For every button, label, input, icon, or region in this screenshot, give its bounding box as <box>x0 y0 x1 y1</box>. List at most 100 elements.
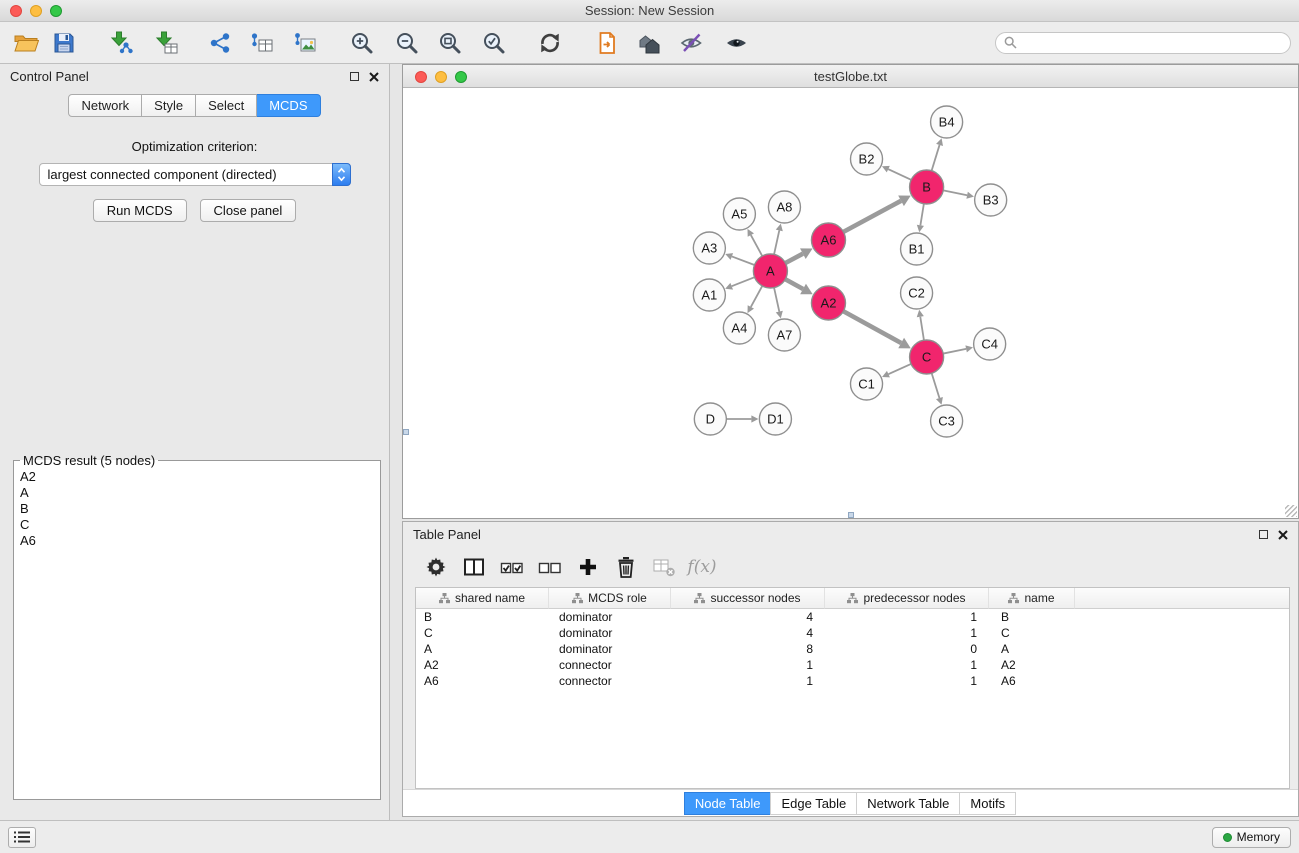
table-cell[interactable]: C <box>416 625 549 641</box>
mcds-result-item[interactable]: C <box>18 517 376 533</box>
tab-select[interactable]: Select <box>196 94 257 117</box>
tab-network[interactable]: Network <box>68 94 142 117</box>
graph-edge-A-A6[interactable] <box>785 254 802 263</box>
tab-style[interactable]: Style <box>142 94 196 117</box>
graph-edge-A-A8[interactable] <box>774 230 779 254</box>
graph-edge-C-C1[interactable] <box>888 364 911 374</box>
graph-edge-B-B4[interactable] <box>932 145 940 171</box>
optimization-dropdown[interactable]: largest connected component (directed) <box>39 163 351 186</box>
table-cell[interactable]: 1 <box>825 609 989 625</box>
minimize-window-button[interactable] <box>30 5 42 17</box>
close-table-panel-icon[interactable] <box>1278 530 1288 540</box>
resize-grip[interactable] <box>1285 505 1297 517</box>
table-cell[interactable]: 1 <box>825 625 989 641</box>
table-cell[interactable]: A2 <box>416 657 549 673</box>
graph-edge-B-B3[interactable] <box>943 190 967 195</box>
graph-edge-C-C2[interactable] <box>920 317 924 340</box>
close-panel-button[interactable]: Close panel <box>200 199 297 222</box>
function-builder-button[interactable]: f(x) <box>683 551 721 583</box>
search-input[interactable] <box>1022 36 1282 50</box>
save-session-button[interactable] <box>46 26 82 60</box>
deselect-all-rows-button[interactable] <box>531 551 569 583</box>
table-cell[interactable]: 4 <box>671 609 825 625</box>
network-window-titlebar[interactable]: testGlobe.txt <box>403 65 1298 88</box>
tab-motifs[interactable]: Motifs <box>959 792 1016 815</box>
create-column-button[interactable] <box>569 551 607 583</box>
table-cell[interactable]: 1 <box>671 657 825 673</box>
table-cell[interactable]: connector <box>549 673 671 689</box>
column-header-successor-nodes[interactable]: successor nodes <box>671 588 825 609</box>
column-header-MCDS-role[interactable]: MCDS role <box>549 588 671 609</box>
table-cell[interactable]: connector <box>549 657 671 673</box>
tab-edge-table[interactable]: Edge Table <box>770 792 857 815</box>
mcds-result-item[interactable]: A6 <box>18 533 376 549</box>
network-graph[interactable]: B4B2BB3A5A8A6B1A3AC2A1A2A4A7C4CC1C3DD1 <box>403 88 1298 518</box>
zoom-selected-button[interactable] <box>476 26 512 60</box>
graph-edge-A-A3[interactable] <box>732 256 755 265</box>
table-cell[interactable]: 8 <box>671 641 825 657</box>
network-canvas[interactable]: B4B2BB3A5A8A6B1A3AC2A1A2A4A7C4CC1C3DD1 <box>403 88 1298 518</box>
table-cell[interactable]: 1 <box>825 657 989 673</box>
graph-edge-A-A1[interactable] <box>732 277 755 286</box>
network-zoom-button[interactable] <box>455 71 467 83</box>
table-cell[interactable]: 1 <box>671 673 825 689</box>
table-settings-button[interactable] <box>417 551 455 583</box>
show-graphics-details-button[interactable] <box>719 26 755 60</box>
tab-mcds[interactable]: MCDS <box>257 94 320 117</box>
table-cell[interactable]: B <box>989 609 1075 625</box>
new-network-button[interactable] <box>202 26 238 60</box>
graph-edge-A-A2[interactable] <box>785 279 803 289</box>
graph-edge-A6-B[interactable] <box>843 201 901 232</box>
refresh-button[interactable] <box>532 26 568 60</box>
mcds-result-item[interactable]: A <box>18 485 376 501</box>
close-window-button[interactable] <box>10 5 22 17</box>
graph-edge-B-B2[interactable] <box>888 169 911 180</box>
mcds-result-item[interactable]: A2 <box>18 469 376 485</box>
delete-table-button[interactable] <box>645 551 683 583</box>
close-control-panel-icon[interactable] <box>369 72 379 82</box>
import-table-button[interactable] <box>149 26 185 60</box>
column-header-name[interactable]: name <box>989 588 1075 609</box>
delete-columns-button[interactable] <box>607 551 645 583</box>
network-minimize-button[interactable] <box>435 71 447 83</box>
table-cell[interactable]: 4 <box>671 625 825 641</box>
graph-edge-C-C3[interactable] <box>932 373 940 398</box>
tab-network-table[interactable]: Network Table <box>856 792 960 815</box>
tab-node-table[interactable]: Node Table <box>684 792 772 815</box>
zoom-out-button[interactable] <box>389 26 425 60</box>
search-field[interactable] <box>995 32 1291 54</box>
graph-edge-B-B1[interactable] <box>920 204 923 226</box>
network-image-button[interactable] <box>287 26 323 60</box>
table-cell[interactable]: 0 <box>825 641 989 657</box>
import-network-button[interactable] <box>104 26 140 60</box>
select-all-rows-button[interactable] <box>493 551 531 583</box>
table-cell[interactable]: C <box>989 625 1075 641</box>
table-cell[interactable]: A6 <box>989 673 1075 689</box>
graph-edge-A2-C[interactable] <box>843 311 901 343</box>
graph-edge-A-A4[interactable] <box>751 286 762 307</box>
node-table[interactable]: shared nameMCDS rolesuccessor nodesprede… <box>415 587 1290 789</box>
table-cell[interactable]: A <box>989 641 1075 657</box>
show-panels-button[interactable] <box>8 827 36 848</box>
float-control-panel-icon[interactable] <box>350 72 359 81</box>
network-close-button[interactable] <box>415 71 427 83</box>
export-document-button[interactable] <box>589 26 625 60</box>
table-cell[interactable]: B <box>416 609 549 625</box>
table-cell[interactable]: A2 <box>989 657 1075 673</box>
graph-edge-A-A7[interactable] <box>774 288 779 312</box>
run-mcds-button[interactable]: Run MCDS <box>93 199 187 222</box>
table-cell[interactable]: dominator <box>549 609 671 625</box>
table-cell[interactable]: dominator <box>549 625 671 641</box>
memory-button[interactable]: Memory <box>1212 827 1291 848</box>
table-cell[interactable]: A6 <box>416 673 549 689</box>
network-table-button[interactable] <box>244 26 280 60</box>
open-session-button[interactable] <box>8 26 44 60</box>
hide-graphics-details-button[interactable] <box>674 26 710 60</box>
column-header-shared-name[interactable]: shared name <box>416 588 549 609</box>
graph-edge-A-A5[interactable] <box>751 235 762 256</box>
table-cell[interactable]: A <box>416 641 549 657</box>
zoom-fit-button[interactable] <box>432 26 468 60</box>
graph-edge-C-C4[interactable] <box>943 349 966 354</box>
mcds-result-item[interactable]: B <box>18 501 376 517</box>
first-neighbors-button[interactable] <box>631 26 667 60</box>
